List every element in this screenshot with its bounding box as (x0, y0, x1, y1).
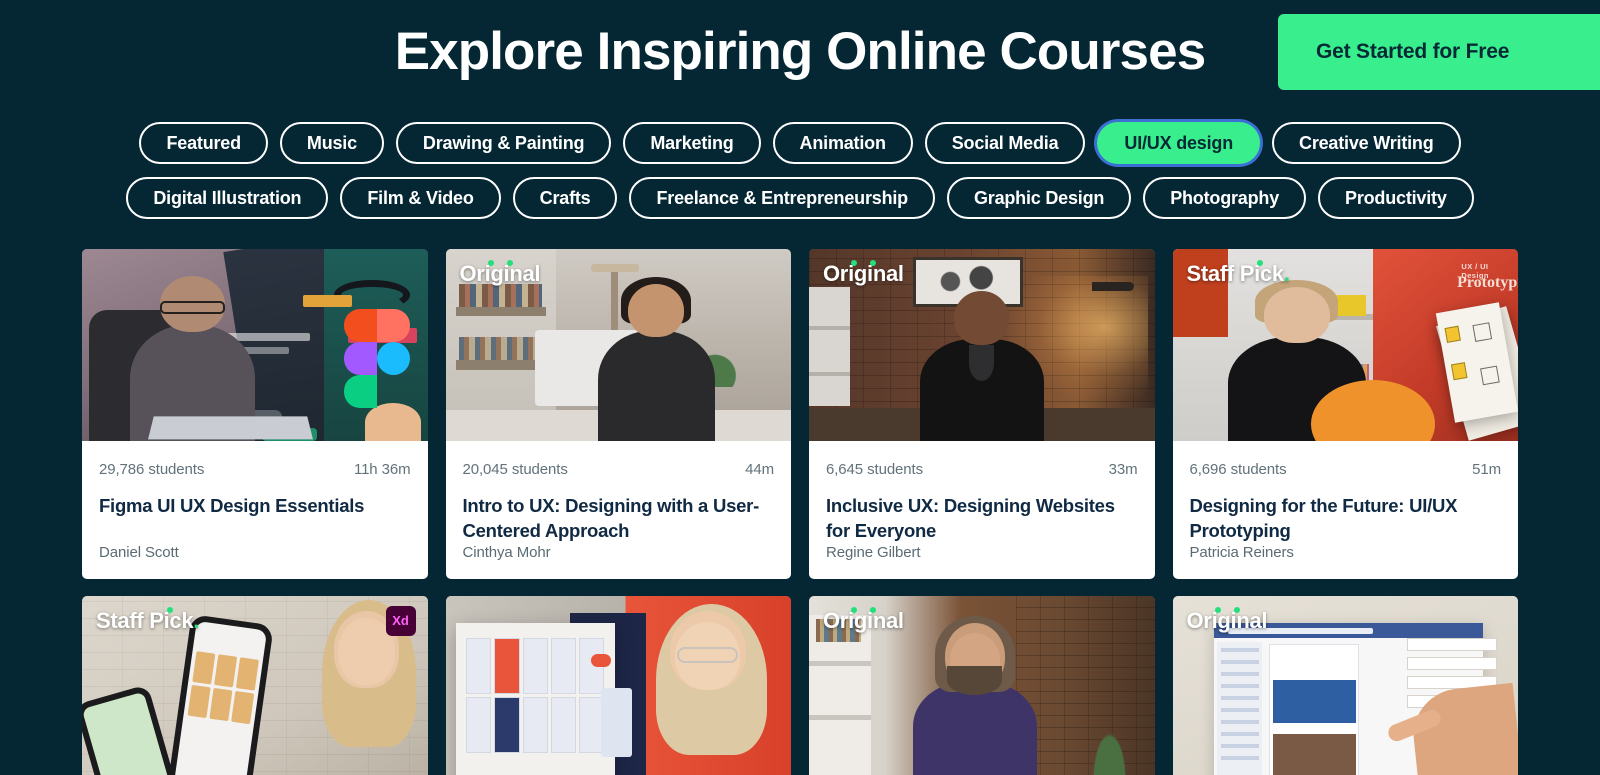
course-thumbnail: Original (445, 249, 791, 441)
course-thumbnail: UX / UI Design Prototyping (1172, 249, 1518, 441)
course-thumbnail (82, 249, 428, 441)
course-meta: 29,786 students 11h 36m (99, 461, 411, 478)
course-badge-original: Original (1186, 607, 1268, 633)
course-badge-original: Original (459, 261, 541, 286)
course-thumbnail: Original (809, 249, 1155, 441)
course-author: Regine Gilbert (826, 543, 921, 561)
student-count: 6,696 students (1189, 461, 1287, 478)
category-pill-freelance-entrepreneurship[interactable]: Freelance & Entrepreneurship (629, 177, 935, 219)
category-pill-marketing[interactable]: Marketing (623, 122, 761, 164)
course-badge-staff-pick: Staff Pick. (1186, 261, 1290, 286)
category-pill-graphic-design[interactable]: Graphic Design (946, 177, 1132, 219)
course-author: Daniel Scott (99, 543, 179, 561)
course-duration: 51m (1472, 461, 1501, 478)
figma-logo-icon (343, 309, 410, 408)
course-meta: 6,645 students 33m (826, 461, 1138, 478)
student-count: 20,045 students (462, 461, 568, 478)
course-grid: 29,786 students 11h 36m Figma UI UX Desi… (0, 249, 1600, 775)
course-card[interactable]: Original (1172, 595, 1518, 775)
adobe-xd-logo-icon: Xd (385, 605, 416, 636)
category-pill-social-media[interactable]: Social Media (924, 122, 1086, 164)
thumbnail-headline-text: Prototyping (1457, 273, 1518, 291)
category-pill-productivity[interactable]: Productivity (1318, 177, 1474, 219)
course-thumbnail: Original (809, 595, 1155, 775)
category-pill-drawing-painting[interactable]: Drawing & Painting (395, 122, 612, 164)
category-pill-digital-illustration[interactable]: Digital Illustration (126, 177, 329, 219)
course-author: Patricia Reiners (1189, 543, 1294, 561)
get-started-button[interactable]: Get Started for Free (1278, 14, 1600, 90)
course-meta: 20,045 students 44m (463, 461, 775, 478)
course-card[interactable]: Original 20,045 students 44m Intro to UX… (445, 249, 792, 579)
course-browse-page: Explore Inspiring Online Courses Get Sta… (0, 0, 1600, 775)
course-badge-original: Original (823, 607, 904, 633)
category-pill-featured[interactable]: Featured (139, 122, 268, 164)
student-count: 6,645 students (826, 461, 924, 478)
course-duration: 44m (745, 461, 774, 478)
course-duration: 11h 36m (353, 461, 411, 478)
course-thumbnail: Original (1172, 595, 1518, 775)
category-filters: Featured Music Drawing & Painting Market… (0, 122, 1600, 219)
course-card-body: 6,696 students 51m Designing for the Fut… (1173, 441, 1519, 579)
category-pill-film-video[interactable]: Film & Video (340, 177, 501, 219)
category-pill-music[interactable]: Music (279, 122, 384, 164)
course-thumbnail (445, 595, 791, 775)
course-card[interactable]: UX / UI Design Prototyping (1172, 249, 1519, 579)
course-thumbnail: Staff Pick. Xd (82, 595, 428, 775)
student-count: 29,786 students (99, 461, 205, 478)
course-badge-original: Original (823, 261, 904, 286)
category-filter-row-1: Featured Music Drawing & Painting Market… (96, 122, 1504, 164)
category-pill-ui-ux-design[interactable]: UI/UX design (1097, 122, 1261, 164)
page-title: Explore Inspiring Online Courses (394, 22, 1206, 82)
category-pill-creative-writing[interactable]: Creative Writing (1272, 122, 1461, 164)
category-filter-row-2: Digital Illustration Film & Video Crafts… (96, 177, 1504, 219)
course-title: Inclusive UX: Designing Websites for Eve… (826, 495, 1115, 541)
course-card[interactable]: Staff Pick. Xd (82, 595, 428, 775)
course-card[interactable]: 29,786 students 11h 36m Figma UI UX Desi… (82, 249, 428, 579)
course-badge-staff-pick: Staff Pick. (96, 607, 200, 633)
course-title: Intro to UX: Designing with a User-Cente… (462, 495, 760, 541)
category-pill-animation[interactable]: Animation (772, 122, 913, 164)
course-duration: 33m (1108, 461, 1138, 478)
course-meta: 6,696 students 51m (1190, 461, 1502, 478)
course-card-body: 20,045 students 44m Intro to UX: Designi… (446, 441, 792, 579)
course-card-body: 6,645 students 33m Inclusive UX: Designi… (809, 441, 1155, 579)
course-author: Cinthya Mohr (462, 543, 551, 561)
course-card[interactable]: Original 6,645 students 33m Inclusive UX… (809, 249, 1155, 579)
course-card[interactable] (445, 595, 791, 775)
course-title: Designing for the Future: UI/UX Prototyp… (1189, 495, 1458, 541)
category-pill-crafts[interactable]: Crafts (512, 177, 618, 219)
course-card[interactable]: Original (809, 595, 1155, 775)
course-card-body: 29,786 students 11h 36m Figma UI UX Desi… (82, 441, 428, 579)
course-title: Figma UI UX Design Essentials (99, 495, 365, 516)
category-pill-photography[interactable]: Photography (1143, 177, 1307, 219)
